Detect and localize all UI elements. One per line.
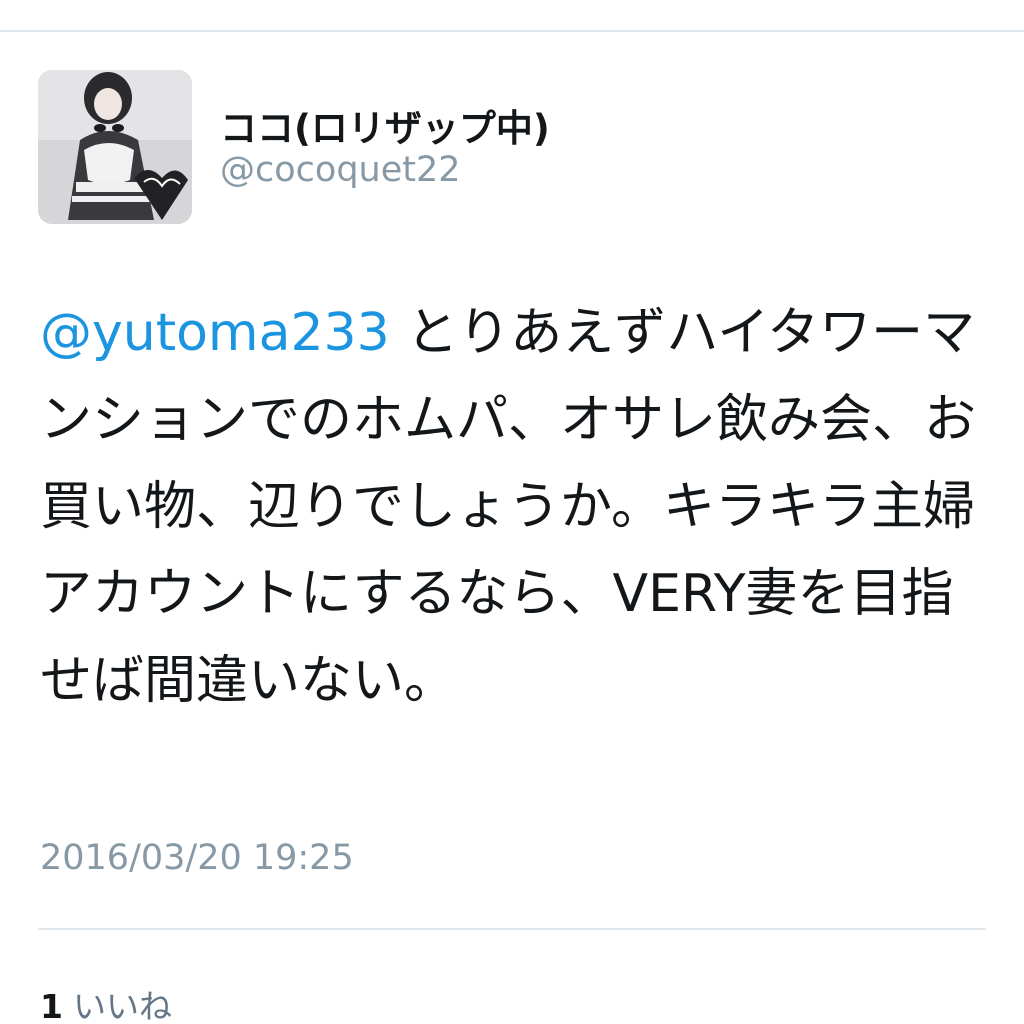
user-handle[interactable]: @cocoquet22 xyxy=(220,150,461,190)
likes-label: いいね xyxy=(72,987,172,1024)
avatar-image xyxy=(38,70,192,224)
likes-stat[interactable]: 1 いいね xyxy=(40,980,172,1024)
tweet-text: @yutoma233 とりあえずハイタワーマンションでのホムパ、オサレ飲み会、お… xyxy=(40,290,1000,725)
mention-link[interactable]: @yutoma233 xyxy=(40,303,390,363)
tweet-detail-screen: ココ(ロリザップ中) @cocoquet22 @yutoma233 とりあえずハ… xyxy=(0,0,1024,1024)
top-divider xyxy=(0,30,1024,32)
display-name[interactable]: ココ(ロリザップ中) xyxy=(220,98,550,152)
likes-count: 1 xyxy=(40,987,63,1024)
avatar[interactable] xyxy=(38,70,192,224)
tweet-body-text: とりあえずハイタワーマンションでのホムパ、オサレ飲み会、お買い物、辺りでしょうか… xyxy=(40,303,977,711)
timestamp[interactable]: 2016/03/20 19:25 xyxy=(40,838,354,878)
stats-divider xyxy=(38,928,986,930)
